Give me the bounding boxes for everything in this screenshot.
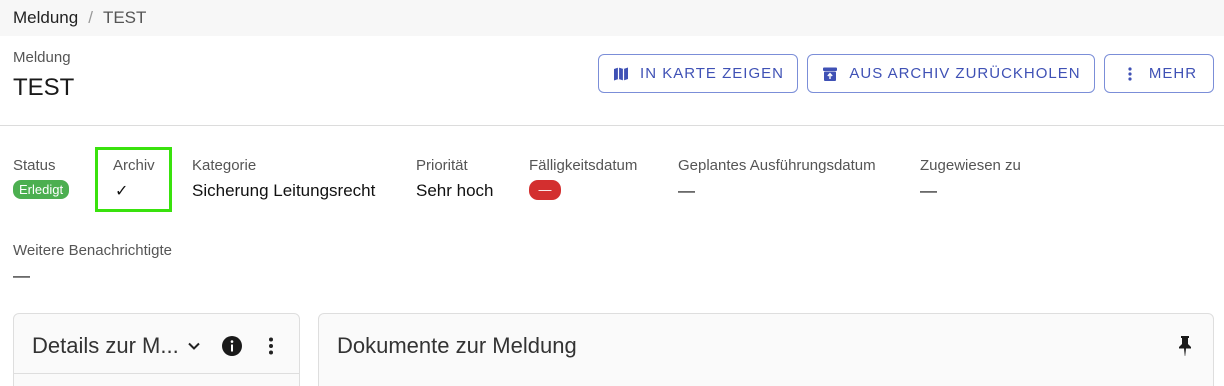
further-notified-field: Weitere Benachrichtigte —: [13, 242, 172, 286]
assigned-to-label: Zugewiesen zu: [920, 157, 1021, 174]
more-vertical-icon[interactable]: [259, 334, 283, 358]
priority-label: Priorität: [416, 157, 468, 174]
restore-from-archive-label: AUS ARCHIV ZURÜCKHOLEN: [849, 65, 1081, 82]
priority-field: Priorität Sehr hoch: [416, 157, 494, 201]
breadcrumb: Meldung / TEST: [0, 0, 1224, 36]
status-label: Status: [13, 157, 56, 174]
info-icon[interactable]: [220, 334, 244, 358]
due-date-label: Fälligkeitsdatum: [529, 157, 638, 174]
details-card: Details zur M...: [13, 313, 300, 386]
further-notified-value: —: [13, 266, 30, 285]
chevron-down-icon[interactable]: [182, 334, 206, 358]
more-vertical-icon: [1121, 65, 1139, 83]
status-field: Status Erledigt: [13, 157, 70, 199]
category-value: Sicherung Leitungsrecht: [192, 181, 376, 200]
pin-icon[interactable]: [1173, 334, 1197, 358]
documents-card-title: Dokumente zur Meldung: [337, 333, 577, 358]
due-date-badge: —: [529, 180, 561, 200]
status-badge: Erledigt: [13, 180, 70, 199]
assigned-to-field: Zugewiesen zu —: [920, 157, 1021, 201]
archive-restore-icon: [821, 65, 839, 83]
breadcrumb-current: TEST: [102, 8, 147, 27]
further-notified-label: Weitere Benachrichtigte: [13, 242, 172, 259]
card-divider: [14, 373, 299, 374]
planned-date-value: —: [678, 181, 695, 200]
show-on-map-button[interactable]: IN KARTE ZEIGEN: [598, 54, 798, 93]
category-field: Kategorie Sicherung Leitungsrecht: [192, 157, 375, 201]
more-label: MEHR: [1148, 65, 1198, 82]
assigned-to-value: —: [920, 181, 937, 200]
details-card-title: Details zur M...: [32, 333, 179, 358]
restore-from-archive-button[interactable]: AUS ARCHIV ZURÜCKHOLEN: [807, 54, 1095, 93]
due-date-field: Fälligkeitsdatum —: [529, 157, 637, 200]
category-label: Kategorie: [192, 157, 257, 174]
breadcrumb-parent-link[interactable]: Meldung: [13, 8, 78, 28]
map-icon: [612, 65, 630, 83]
planned-date-field: Geplantes Ausführungsdatum —: [678, 157, 876, 201]
priority-value: Sehr hoch: [416, 181, 494, 200]
more-button[interactable]: MEHR: [1104, 54, 1214, 93]
page-subtitle: Meldung: [13, 49, 71, 66]
documents-card: Dokumente zur Meldung: [318, 313, 1214, 386]
page-title: TEST: [13, 74, 75, 101]
show-on-map-label: IN KARTE ZEIGEN: [640, 65, 784, 82]
page-header: Meldung TEST IN KARTE ZEIGEN AUS ARCHIV …: [0, 36, 1224, 126]
highlight-box: [95, 147, 172, 212]
breadcrumb-separator: /: [88, 8, 93, 27]
planned-date-label: Geplantes Ausführungsdatum: [678, 157, 876, 174]
